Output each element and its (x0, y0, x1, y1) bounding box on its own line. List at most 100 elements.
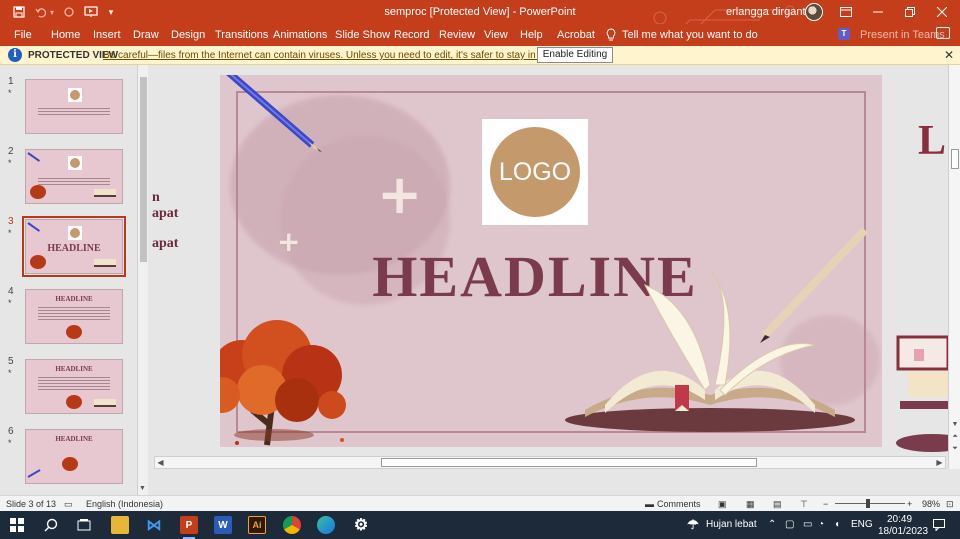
zoom-slider-knob[interactable] (866, 499, 870, 508)
zoom-slider[interactable] (835, 503, 905, 504)
thumb-number: 2 (8, 146, 14, 157)
scrollbar-thumb[interactable] (140, 77, 147, 262)
thumb-book (94, 259, 116, 267)
reading-view-icon[interactable]: ▤ (773, 499, 782, 510)
language-indicator[interactable]: English (Indonesia) (86, 499, 163, 509)
thumb-number: 5 (8, 356, 14, 367)
edge-icon[interactable] (317, 516, 335, 534)
minimize-icon[interactable] (862, 0, 894, 24)
slide-sorter-icon[interactable]: ▦ (746, 499, 755, 510)
meet-now-icon[interactable]: ▢ (785, 519, 794, 530)
windows-taskbar: ⋈ P W Ai ⚙ ☂ Hujan lebat ⌃ ▢ ▭ ◔ ◖ ENG 2… (0, 511, 960, 539)
network-icon[interactable]: ▭ (803, 519, 812, 530)
next-slide-icon[interactable]: ⏷ (950, 445, 960, 453)
pencil-image (226, 75, 322, 152)
zoom-level[interactable]: 98% (922, 499, 940, 509)
normal-view-icon[interactable]: ▣ (718, 499, 727, 510)
thumb-books (94, 189, 116, 197)
fit-to-window-icon[interactable]: ⊡ (946, 499, 954, 510)
close-message-icon[interactable]: ✕ (944, 48, 954, 62)
scroll-down-icon[interactable]: ▼ (139, 485, 146, 492)
present-in-teams-button[interactable]: Present in Teams (860, 29, 945, 41)
restore-icon[interactable] (894, 0, 926, 24)
logo-placeholder[interactable]: LOGO (482, 119, 588, 225)
weather-label[interactable]: Hujan lebat (706, 519, 757, 530)
enable-editing-button[interactable]: Enable Editing (537, 47, 613, 63)
zoom-in-icon[interactable]: + (907, 499, 912, 509)
scrollbar-thumb[interactable] (951, 149, 959, 169)
close-icon[interactable] (926, 0, 958, 24)
weather-rain-icon: ☂ (687, 517, 699, 532)
volume-icon[interactable]: ◖ (834, 519, 840, 530)
comment-icon[interactable] (936, 27, 950, 39)
comments-button[interactable]: Comments (657, 499, 701, 509)
tab-record[interactable]: Record (394, 29, 429, 41)
autumn-tree-image (220, 320, 346, 446)
scroll-left-icon[interactable]: ◀ (155, 457, 166, 468)
teams-icon: T (838, 28, 850, 40)
slide-thumbnail-3[interactable]: HEADLINE (22, 216, 126, 277)
ribbon-display-options-icon[interactable] (830, 0, 862, 24)
horizontal-scrollbar[interactable]: ◀ ▶ (154, 456, 946, 469)
tab-acrobat[interactable]: Acrobat (557, 29, 595, 41)
tab-draw[interactable]: Draw (133, 29, 159, 41)
thumbnail-scrollbar[interactable]: ▼ (137, 65, 148, 495)
slide-show-icon[interactable]: ⊤ (800, 499, 808, 510)
protected-view-message[interactable]: Be careful—files from the Internet can c… (103, 50, 608, 61)
thumb-number: 3 (8, 216, 14, 227)
tab-animations[interactable]: Animations (273, 29, 327, 41)
slide-thumbnail-4[interactable]: HEADLINE (25, 289, 123, 344)
scroll-right-icon[interactable]: ▶ (934, 457, 945, 468)
slide-thumbnail-6[interactable]: HEADLINE (25, 429, 123, 484)
clock-date[interactable]: 18/01/2023 (878, 526, 928, 537)
vertical-scrollbar[interactable]: ▼ ⏶ ⏷ (948, 65, 960, 469)
next-slide-peek-text: L (918, 118, 947, 164)
thumb-logo (68, 226, 82, 240)
settings-gear-icon[interactable]: ⚙ (352, 516, 370, 534)
tell-me-search[interactable]: Tell me what you want to do (606, 28, 758, 41)
thumb-star: * (8, 158, 12, 168)
task-view-icon[interactable] (75, 516, 93, 534)
comments-icon[interactable]: ▬ (645, 499, 654, 509)
vscode-icon[interactable]: ⋈ (145, 516, 163, 534)
thumb-headline: HEADLINE (55, 365, 93, 373)
ribbon-tabs: File Home Insert Draw Design Transitions… (0, 24, 960, 46)
scrollbar-thumb[interactable] (381, 458, 757, 467)
slide-thumbnail-5[interactable]: HEADLINE (25, 359, 123, 414)
spelling-check-icon[interactable]: ▭ (64, 499, 73, 510)
powerpoint-icon[interactable]: P (180, 516, 198, 534)
tab-insert[interactable]: Insert (93, 29, 121, 41)
search-icon[interactable] (42, 516, 60, 534)
slide-thumbnail-2[interactable] (25, 149, 123, 204)
clock-time[interactable]: 20:49 (887, 514, 912, 525)
tab-help[interactable]: Help (520, 29, 543, 41)
slide-thumbnail-1[interactable] (25, 79, 123, 134)
protected-view-bar: i PROTECTED VIEW Be careful—files from t… (0, 46, 960, 65)
notification-icon[interactable] (930, 516, 948, 534)
previous-slide-icon[interactable]: ⏶ (950, 433, 960, 441)
tab-transitions[interactable]: Transitions (215, 29, 268, 41)
thumb-logo (68, 156, 82, 170)
tab-file[interactable]: File (14, 29, 32, 41)
tab-review[interactable]: Review (439, 29, 475, 41)
word-icon[interactable]: W (214, 516, 232, 534)
tab-view[interactable]: View (484, 29, 508, 41)
tab-slide-show[interactable]: Slide Show (335, 29, 390, 41)
tab-design[interactable]: Design (171, 29, 205, 41)
file-explorer-icon[interactable] (111, 516, 129, 534)
zoom-out-icon[interactable]: − (823, 499, 828, 509)
tray-chevron-icon[interactable]: ⌃ (768, 519, 776, 530)
illustrator-icon[interactable]: Ai (248, 516, 266, 534)
plus-decoration: + (377, 163, 423, 226)
windows-start-icon[interactable] (8, 516, 26, 534)
thumb-text-lines (38, 377, 110, 391)
thumb-pencil (27, 152, 41, 162)
thumb-text-lines (38, 108, 110, 116)
scroll-down-icon[interactable]: ▼ (950, 421, 960, 428)
tab-home[interactable]: Home (51, 29, 80, 41)
input-language[interactable]: ENG (851, 519, 873, 530)
chrome-icon[interactable] (283, 516, 301, 534)
wifi-icon[interactable]: ◔ (818, 519, 824, 530)
current-slide[interactable]: + + LOGO HEADLINE (220, 75, 882, 447)
avatar[interactable] (805, 3, 823, 21)
